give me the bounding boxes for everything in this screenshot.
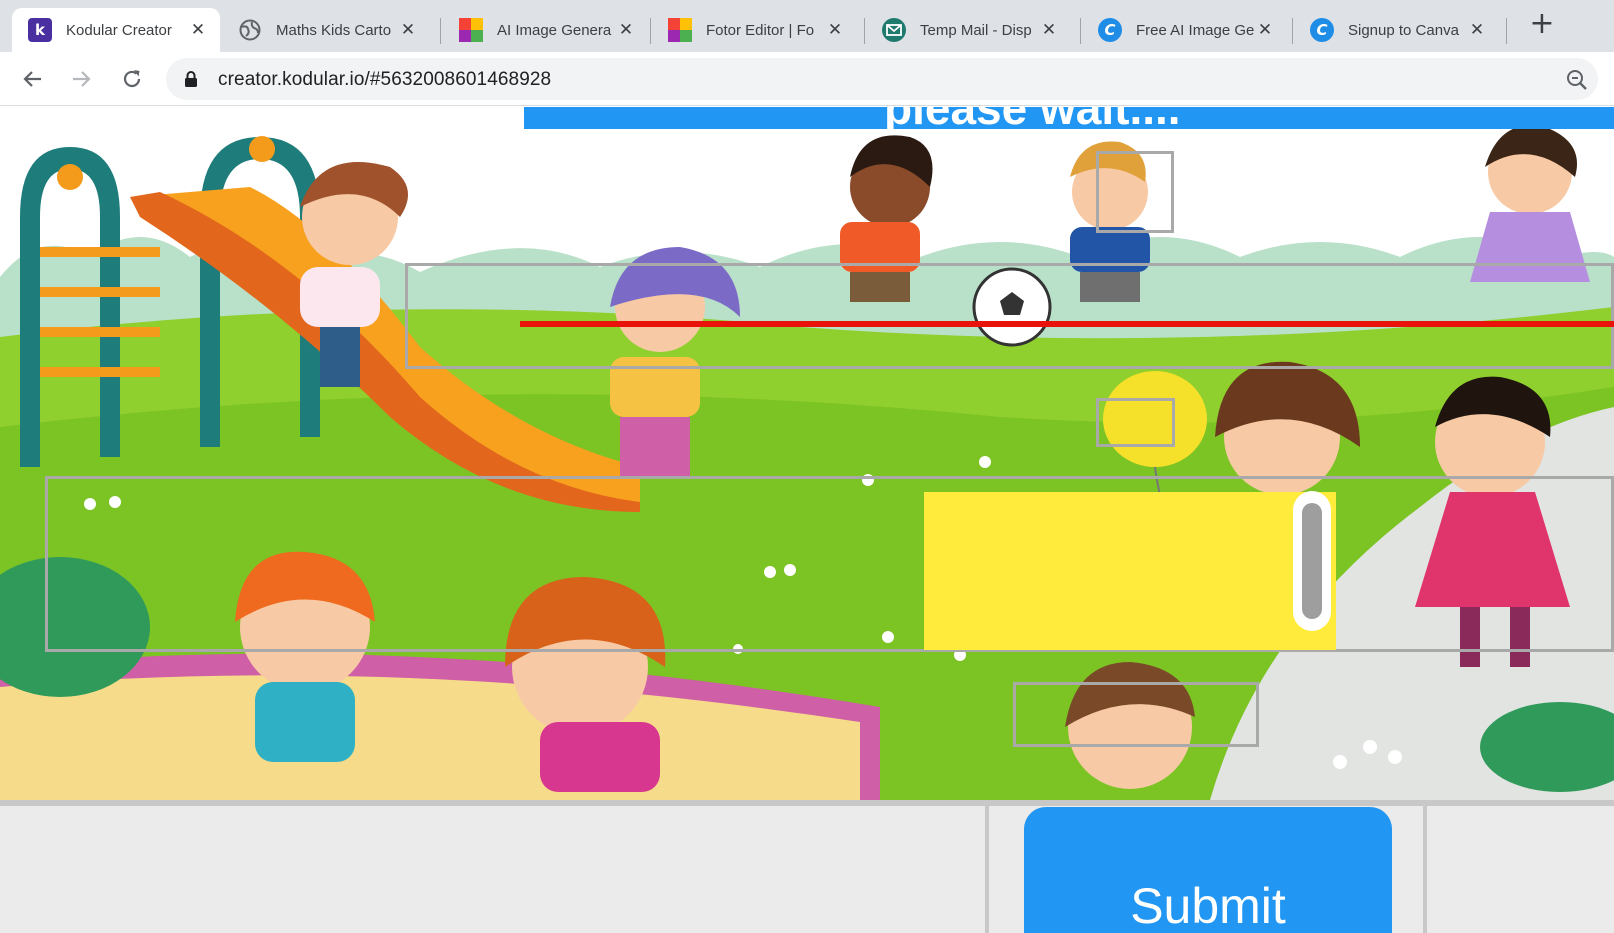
canva-logo-icon: C <box>1098 18 1122 42</box>
panel-separator <box>1423 800 1427 933</box>
close-icon[interactable]: ✕ <box>616 20 636 40</box>
arrow-right-icon <box>73 71 91 87</box>
tab-separator <box>650 18 651 44</box>
tab-strip: k Kodular Creator ✕ Maths Kids Carto ✕ A… <box>0 0 1614 52</box>
app-viewer: please wait.... Submit <box>0 107 1614 933</box>
close-icon[interactable]: ✕ <box>1039 20 1059 40</box>
close-icon[interactable]: ✕ <box>825 20 845 40</box>
close-icon[interactable]: ✕ <box>1467 20 1487 40</box>
tab-separator <box>864 18 865 44</box>
forward-button[interactable] <box>66 64 96 94</box>
image-frame-balloon[interactable] <box>1096 398 1175 447</box>
arrangement-frame-middle[interactable] <box>45 476 1614 652</box>
reload-button[interactable] <box>117 64 147 94</box>
back-button[interactable] <box>18 64 48 94</box>
close-icon[interactable]: ✕ <box>398 20 418 40</box>
tab-ai-image-generator[interactable]: AI Image Genera ✕ <box>443 8 648 52</box>
submit-button[interactable]: Submit <box>1024 807 1392 933</box>
tab-maths-kids-cartoon[interactable]: Maths Kids Carto ✕ <box>222 8 430 52</box>
tab-title: AI Image Genera <box>497 21 612 39</box>
tab-title: Fotor Editor | Fo <box>706 21 815 39</box>
progress-line <box>520 321 1614 327</box>
temp-mail-icon <box>882 18 906 42</box>
tab-title: Kodular Creator <box>66 21 172 39</box>
tab-separator <box>1080 18 1081 44</box>
loading-banner: please wait.... <box>524 107 1614 129</box>
globe-icon <box>238 18 262 42</box>
close-icon[interactable]: ✕ <box>1255 20 1275 40</box>
tab-separator <box>1506 18 1507 44</box>
address-bar[interactable]: creator.kodular.io/#5632008601468928 <box>166 58 1598 100</box>
tab-free-ai-image-generator[interactable]: C Free AI Image Ge ✕ <box>1082 8 1287 52</box>
close-icon[interactable]: ✕ <box>188 20 208 40</box>
fotor-logo-icon <box>459 18 483 42</box>
tab-temp-mail[interactable]: Temp Mail - Disp ✕ <box>866 8 1071 52</box>
kodular-logo-icon: k <box>28 18 52 42</box>
scrollbar-thumb[interactable] <box>1302 503 1322 619</box>
tab-fotor-editor[interactable]: Fotor Editor | Fo ✕ <box>652 8 857 52</box>
arrangement-frame-upper[interactable] <box>405 263 1614 369</box>
panel-separator <box>985 800 989 933</box>
tab-title: Maths Kids Carto <box>276 21 392 39</box>
highlight-panel[interactable] <box>924 492 1336 650</box>
fotor-logo-icon <box>668 18 692 42</box>
tab-title: Signup to Canva <box>1348 21 1459 39</box>
tab-title: Temp Mail - Disp <box>920 21 1032 39</box>
zoom-icon[interactable] <box>1564 67 1590 93</box>
url-text[interactable]: creator.kodular.io/#5632008601468928 <box>218 69 551 91</box>
loading-banner-text: please wait.... <box>884 107 1181 129</box>
tab-separator <box>1292 18 1293 44</box>
playground-background-image <box>0 107 1614 800</box>
browser-toolbar: creator.kodular.io/#5632008601468928 <box>0 52 1614 106</box>
bottom-divider <box>0 800 1614 806</box>
image-frame-bottom[interactable] <box>1013 682 1259 747</box>
tab-kodular-creator[interactable]: k Kodular Creator ✕ <box>12 8 220 52</box>
image-frame-top[interactable] <box>1096 151 1174 233</box>
lock-icon[interactable] <box>184 70 198 93</box>
arrow-left-icon <box>23 71 41 87</box>
tab-signup-to-canva[interactable]: C Signup to Canva ✕ <box>1294 8 1499 52</box>
tab-separator <box>440 18 441 44</box>
new-tab-button[interactable]: + <box>1528 9 1556 39</box>
reload-icon <box>123 70 141 88</box>
canva-logo-icon: C <box>1310 18 1334 42</box>
tab-title: Free AI Image Ge <box>1136 21 1255 39</box>
